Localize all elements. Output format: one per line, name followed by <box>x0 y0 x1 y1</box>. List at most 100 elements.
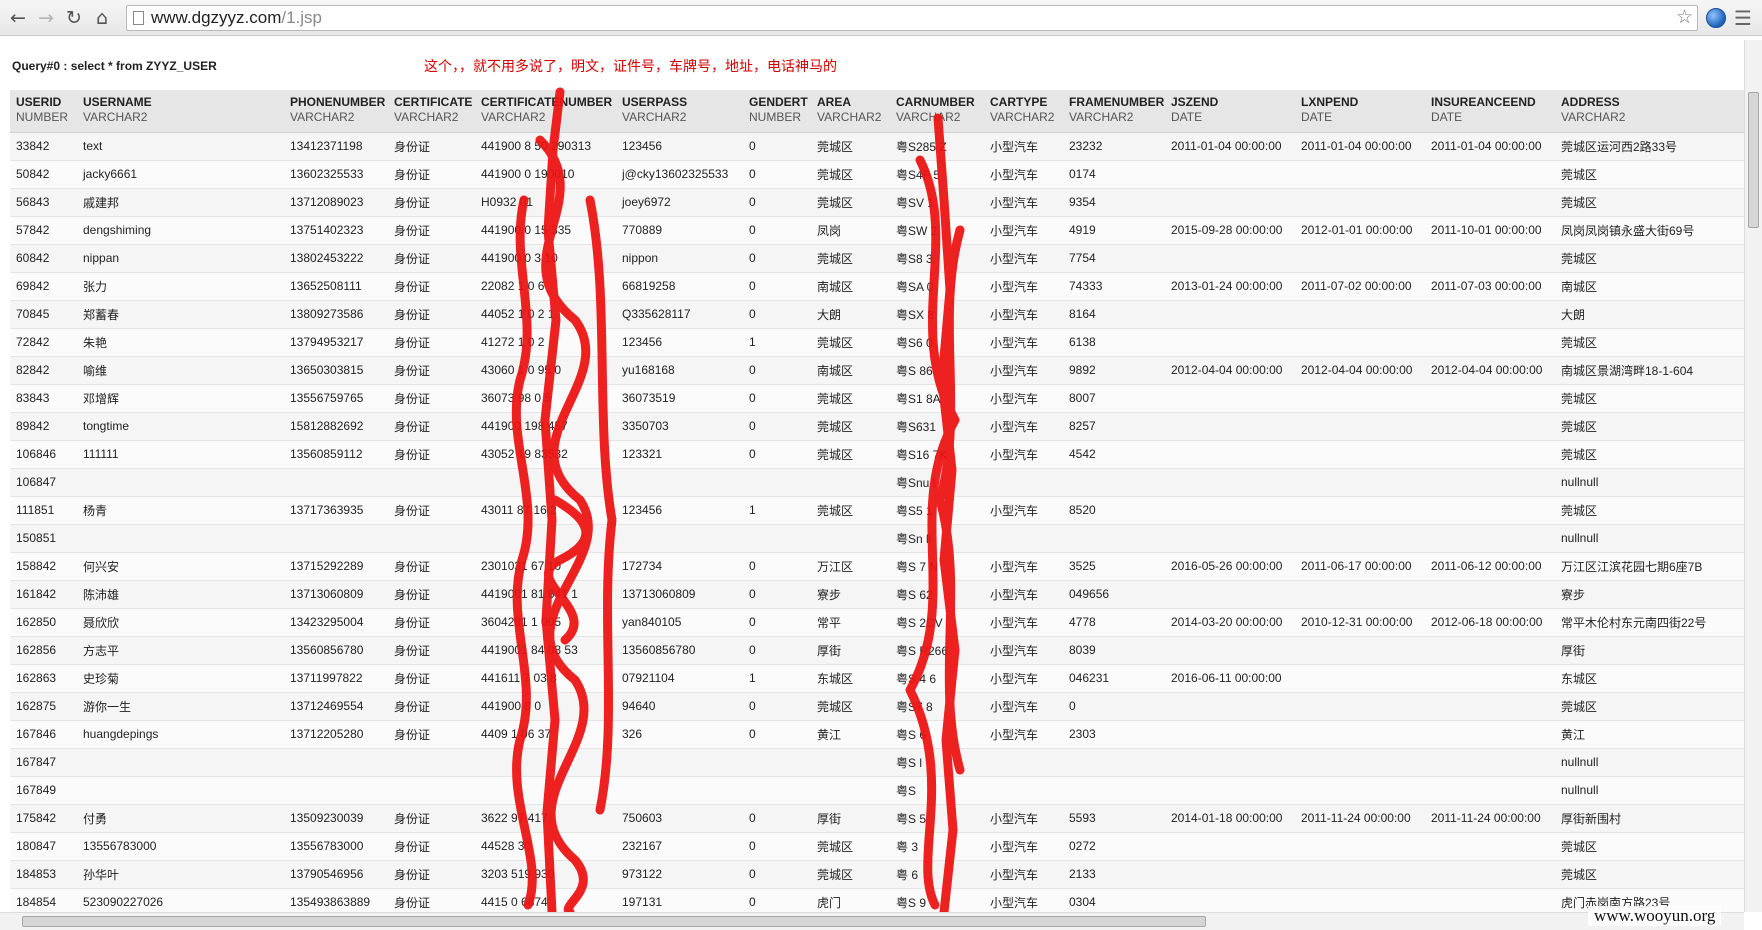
table-cell: 身份证 <box>388 496 475 525</box>
table-cell <box>1295 748 1425 777</box>
table-cell <box>1295 860 1425 889</box>
back-arrow-icon[interactable]: ← <box>6 6 30 30</box>
column-type: VARCHAR2 <box>481 110 546 124</box>
column-type: VARCHAR2 <box>896 110 961 124</box>
vertical-scrollbar[interactable] <box>1744 40 1762 912</box>
table-cell: 邓增辉 <box>77 384 284 413</box>
table-cell: 2133 <box>1063 860 1165 889</box>
table-cell <box>1425 328 1555 357</box>
table-cell: 89842 <box>10 412 77 441</box>
table-cell <box>616 748 743 777</box>
table-cell: 粤SV 1 <box>890 188 984 217</box>
table-cell: 0 <box>743 272 811 301</box>
table-cell <box>1165 888 1295 912</box>
watermark: www.wooyun.org <box>1588 906 1722 926</box>
table-cell: 0 <box>743 832 811 861</box>
table-cell: 13560856780 <box>284 636 388 665</box>
table-cell: 万江区江滨花园七期6座7B <box>1555 552 1744 581</box>
table-cell: 973122 <box>616 860 743 889</box>
table-cell: 13715292289 <box>284 552 388 581</box>
column-header-phonenumber: PHONENUMBER VARCHAR2 <box>284 90 388 133</box>
table-cell: 3350703 <box>616 412 743 441</box>
table-cell: 13560856780 <box>616 636 743 665</box>
column-header-area: AREA VARCHAR2 <box>811 90 890 133</box>
table-cell: H0932 01 <box>475 188 616 217</box>
forward-arrow-icon[interactable]: → <box>34 6 58 30</box>
table-cell: 身份证 <box>388 356 475 385</box>
table-cell: 史珍菊 <box>77 664 284 693</box>
table-cell: 0 <box>743 888 811 912</box>
table-cell: 172734 <box>616 552 743 581</box>
horizontal-scrollbar-thumb[interactable] <box>22 916 1206 927</box>
table-cell: 72842 <box>10 328 77 357</box>
vertical-scrollbar-thumb[interactable] <box>1748 92 1759 228</box>
table-cell: 2012-04-04 00:00:00 <box>1425 356 1555 385</box>
table-row: 111851 杨青 13717363935 身份证 43011 87 16 2 12345… <box>10 496 1744 525</box>
column-type: DATE <box>1171 110 1203 124</box>
column-name: ADDRESS <box>1561 95 1620 109</box>
table-cell: 粤 6 <box>890 860 984 889</box>
reload-icon[interactable]: ↻ <box>62 6 86 30</box>
table-cell: 身份证 <box>388 608 475 637</box>
table-cell: 82842 <box>10 356 77 385</box>
table-cell: tongtime <box>77 412 284 441</box>
table-row: 60842 nippan 13802453222 身份证 441900 0 3 10 ni… <box>10 244 1744 273</box>
table-cell <box>77 776 284 805</box>
column-type: VARCHAR2 <box>990 110 1055 124</box>
table-cell: 23232 <box>1063 132 1165 161</box>
table-cell: 东城区 <box>1555 664 1744 693</box>
table-cell: 小型汽车 <box>984 272 1063 301</box>
table-cell <box>1425 832 1555 861</box>
table-cell <box>1295 496 1425 525</box>
wrench-icon[interactable]: ☰ <box>1734 6 1752 30</box>
table-cell <box>984 468 1063 497</box>
bookmark-star-icon[interactable]: ☆ <box>1676 6 1693 30</box>
home-icon[interactable]: ⌂ <box>90 6 114 30</box>
column-name: GENDERT <box>749 95 808 109</box>
table-cell <box>388 468 475 497</box>
table-cell: 杨青 <box>77 496 284 525</box>
table-cell <box>284 524 388 553</box>
table-cell: 2014-01-18 00:00:00 <box>1165 804 1295 833</box>
table-cell: 小型汽车 <box>984 216 1063 245</box>
table-cell: 13652508111 <box>284 272 388 301</box>
table-cell <box>388 524 475 553</box>
table-cell: 0 <box>743 552 811 581</box>
table-cell: 94640 <box>616 692 743 721</box>
table-cell: 郑蓄春 <box>77 300 284 329</box>
table-cell <box>1063 524 1165 553</box>
table-cell: 身份证 <box>388 636 475 665</box>
table-cell: 13509230039 <box>284 804 388 833</box>
column-name: CARTYPE <box>990 95 1048 109</box>
table-cell: 3203 519 930 <box>475 860 616 889</box>
table-cell: 2011-06-17 00:00:00 <box>1295 552 1425 581</box>
column-type: VARCHAR2 <box>1561 110 1626 124</box>
table-cell: 2012-04-04 00:00:00 <box>1295 356 1425 385</box>
table-cell: 13650303815 <box>284 356 388 385</box>
table-header-row: USERID NUMBER USERNAME VARCHAR2 PHONENUMBER V… <box>10 90 1744 133</box>
table-cell: Q335628117 <box>616 300 743 329</box>
table-cell: 身份证 <box>388 580 475 609</box>
column-header-gendert: GENDERT NUMBER <box>743 90 811 133</box>
table-cell <box>743 776 811 805</box>
table-cell <box>1165 692 1295 721</box>
globe-icon[interactable] <box>1706 8 1726 28</box>
address-bar[interactable]: www.dgzyyz.com/1.jsp ☆ <box>126 5 1698 31</box>
table-cell: 13556759765 <box>284 384 388 413</box>
table-cell: 2011-10-01 00:00:00 <box>1425 216 1555 245</box>
table-cell: 聂欣欣 <box>77 608 284 637</box>
horizontal-scrollbar[interactable] <box>0 912 1744 930</box>
table-cell: 5593 <box>1063 804 1165 833</box>
table-cell: 小型汽车 <box>984 356 1063 385</box>
table-cell: 750603 <box>616 804 743 833</box>
table-cell: 175842 <box>10 804 77 833</box>
table-cell: 粤S1 8A <box>890 384 984 413</box>
table-cell: 身份证 <box>388 720 475 749</box>
table-cell: 049656 <box>1063 580 1165 609</box>
table-cell: 粤Sn ll <box>890 524 984 553</box>
table-cell: 身份证 <box>388 832 475 861</box>
table-cell: 寮步 <box>1555 580 1744 609</box>
table-cell: nippon <box>616 244 743 273</box>
table-cell: 凤岗 <box>811 216 890 245</box>
results-table-container: USERID NUMBER USERNAME VARCHAR2 PHONENUMBER V… <box>10 90 1744 912</box>
